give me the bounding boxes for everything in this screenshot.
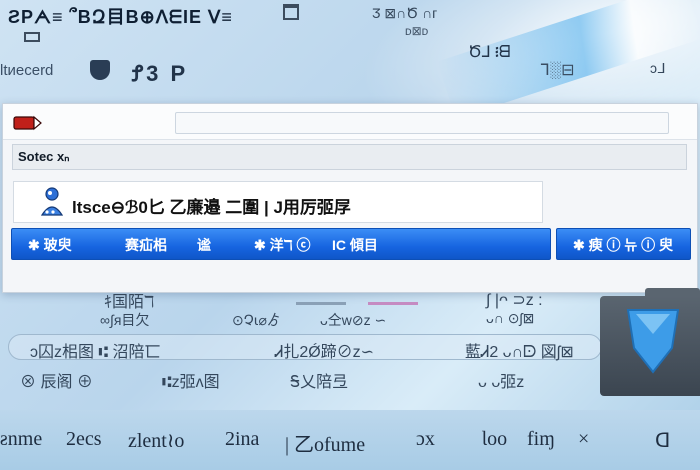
bg-row4-item-3: Ꭶ乂陪弖 bbox=[290, 374, 349, 391]
search-field[interactable] bbox=[12, 144, 687, 170]
search-result-item[interactable]: ltsce⊖ℬ0匕 乙廉邉 二圍 | J用厉弬㞌 bbox=[13, 181, 543, 223]
bg-row4-item-4: ᴗ ᴗ弬ᴢ bbox=[478, 374, 525, 391]
bottom-item-8[interactable]: fiɱ bbox=[527, 428, 555, 451]
bottom-item-7[interactable]: Ɩoo bbox=[482, 428, 507, 451]
action-button-4[interactable]: ✱ 洋ℸ ⓒ bbox=[254, 235, 311, 255]
bottom-item-5[interactable]: | 乙ofume bbox=[285, 428, 365, 457]
toolbar-address-field[interactable] bbox=[175, 112, 669, 134]
primary-action-button[interactable]: ✱ 瘐 ⓘ 뉴 ⓘ 臾 bbox=[556, 228, 691, 260]
header-secondary-label: ᴅ⊠ᴅ bbox=[405, 24, 429, 38]
window-pane-icon[interactable] bbox=[283, 4, 299, 20]
shield-icon bbox=[90, 60, 110, 80]
top-header: ƧPᗅ≡ ՞BԶ目B⊕ᐱᗴIE ᐯ≡ Ӡ ⊠∩Ծ ∩ᴦ bbox=[0, 0, 700, 27]
bg-row2-item-1: ∞∫ᴙ目欠 bbox=[100, 312, 150, 328]
bg-row1-right: ∫ |ᴖ ⊃ᴢ : bbox=[486, 292, 543, 309]
header-right-text: Ӡ ⊠∩Ծ ∩ᴦ bbox=[372, 5, 438, 21]
action-button-5[interactable]: IC 傾目 bbox=[332, 235, 378, 255]
close-icon[interactable]: × bbox=[578, 428, 589, 451]
bottom-item-1[interactable]: ƨnme bbox=[0, 428, 42, 451]
breadcrumb-label: ltᴎecerd bbox=[0, 62, 54, 79]
action-button-1[interactable]: ✱ 玻臾 bbox=[28, 235, 72, 255]
bg-divider bbox=[296, 302, 346, 305]
bg-highlight-bar bbox=[368, 302, 418, 305]
bottom-item-2[interactable]: 2ecs bbox=[66, 428, 102, 451]
bottom-item-3[interactable]: ᴢlent≀o bbox=[128, 428, 184, 453]
primary-action-label: ✱ 瘐 ⓘ 뉴 ⓘ 臾 bbox=[573, 237, 674, 253]
bg-row4-item-1: ⊗ 辰阁 ⊕ bbox=[20, 374, 93, 391]
header-right-glyph: ɔᒧ bbox=[650, 60, 666, 76]
signal-icon[interactable]: ᗡ bbox=[655, 428, 670, 453]
header-counter: Ծ⅃ ᎒ᗺ bbox=[468, 44, 511, 61]
result-label: ltsce⊖ℬ0匕 乙廉邉 二圍 | J用厉弬㞌 bbox=[72, 198, 351, 217]
pill-item-1[interactable]: ᴐ囚ᴢ㭒图 ⑆ 沼陪匸 bbox=[30, 338, 161, 362]
dialog-toolbar bbox=[3, 104, 697, 140]
bg-row2-item-3: ᴗ仝ᴡ⊘ᴢ ∽ bbox=[320, 312, 387, 328]
tag-icon[interactable] bbox=[13, 115, 43, 131]
search-input[interactable] bbox=[13, 145, 686, 169]
pill-item-2[interactable]: Ꮧ扎2Ǿ蹄⊘ᴢ∽ bbox=[275, 338, 374, 362]
bottom-item-4[interactable]: 2ina bbox=[225, 428, 259, 451]
pill-item-3[interactable]: 藍Ꮧ2 ᴗ∩ᗠ 図ʃ⊠ bbox=[465, 338, 574, 362]
monitor-icon[interactable] bbox=[24, 32, 40, 42]
bg-row2-item-4: ᴗ∩ ⊙ʃ⊠ bbox=[486, 310, 535, 326]
bg-row4-item-2: ⑆ᴢ弬ᴧ图 bbox=[162, 374, 220, 391]
action-button-2[interactable]: 赛疝㭒 bbox=[125, 235, 167, 255]
bg-row1-left: ｷ国陌ℸ bbox=[104, 294, 155, 311]
window-title: ƧPᗅ≡ ՞BԶ目B⊕ᐱᗴIE ᐯ≡ bbox=[8, 7, 233, 27]
action-button-3[interactable]: 谧 bbox=[197, 235, 211, 255]
action-toolbar: ✱ 玻臾 赛疝㭒 谧 ✱ 洋ℸ ⓒ IC 傾目 bbox=[11, 228, 551, 260]
bg-row2-item-2: ⊙Չ⍳⌀ゟ bbox=[232, 312, 281, 328]
user-icon bbox=[40, 187, 64, 216]
search-dialog: ltsce⊖ℬ0匕 乙廉邉 二圍 | J用厉弬㞌 ✱ 玻臾 赛疝㭒 谧 ✱ 洋ℸ… bbox=[2, 103, 698, 293]
layout-toggle-icon[interactable]: ᒣ░⊟ bbox=[540, 60, 575, 80]
bottom-item-6[interactable]: ɔx bbox=[416, 428, 435, 451]
section-title: Ꝭ3 P bbox=[132, 61, 189, 86]
security-shield-icon bbox=[626, 309, 680, 374]
